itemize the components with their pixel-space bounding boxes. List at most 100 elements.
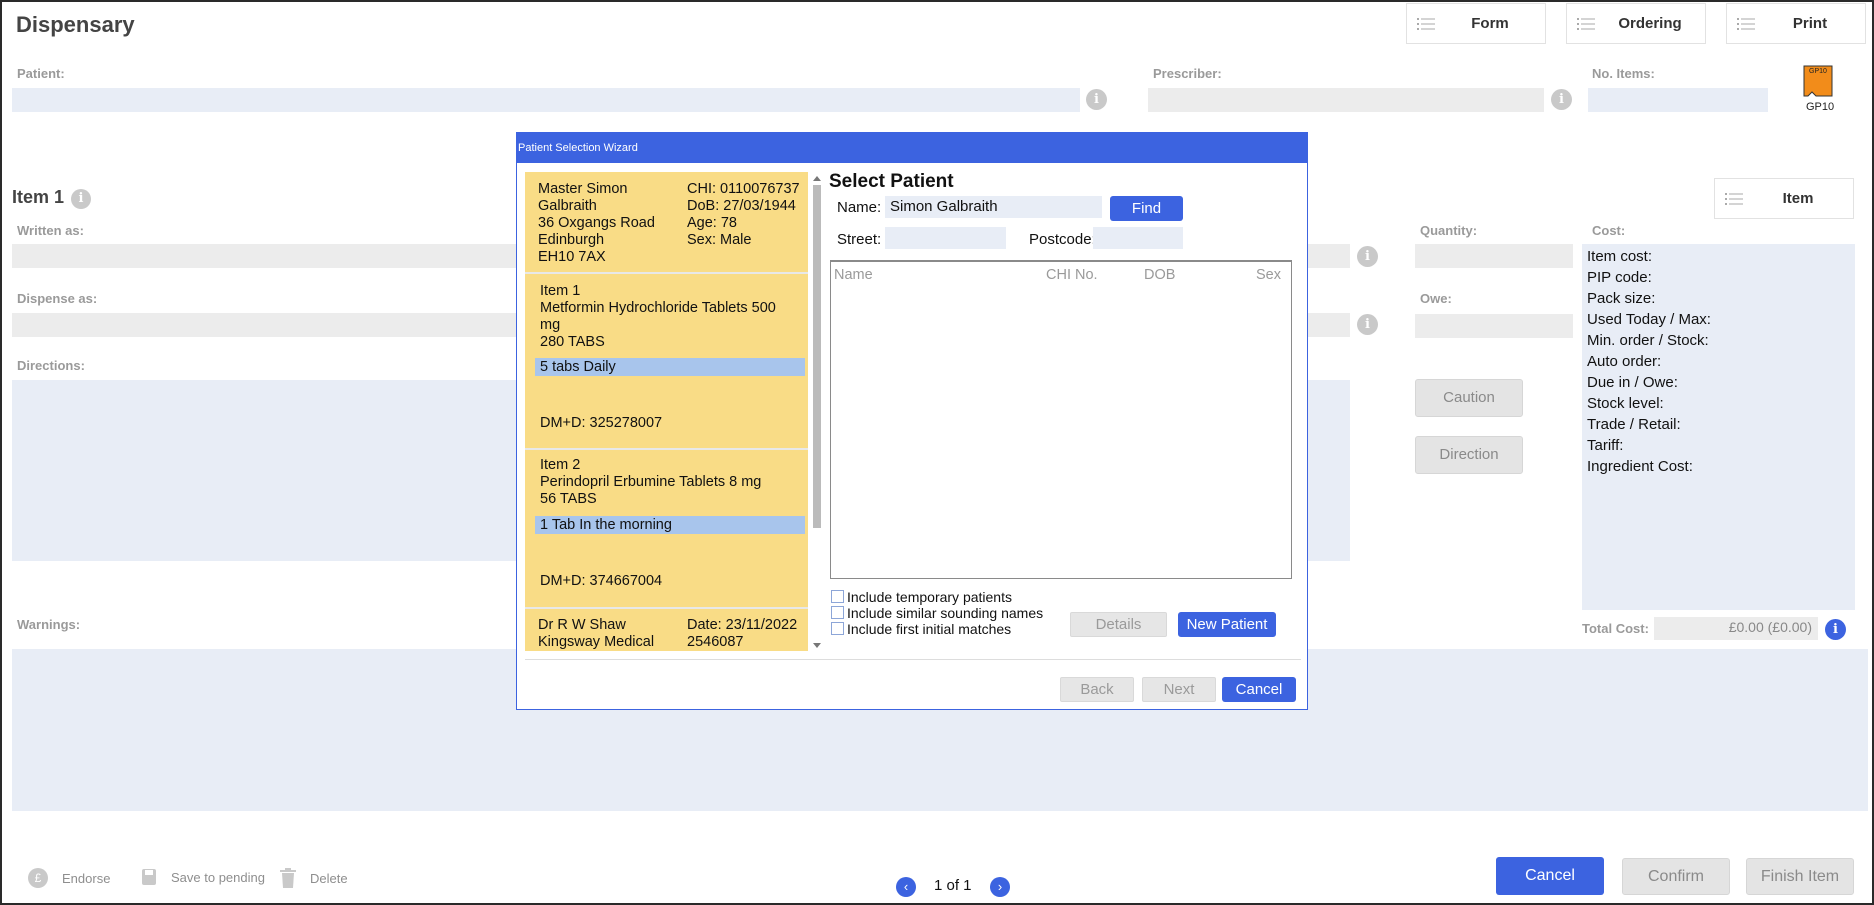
save-to-pending-button[interactable]: Save to pending bbox=[141, 868, 265, 886]
dispense-as-info-icon[interactable]: i bbox=[1357, 314, 1378, 335]
select-patient-heading: Select Patient bbox=[829, 171, 954, 192]
prescriber-field[interactable] bbox=[1148, 88, 1544, 112]
cost-line-tariff: Tariff: bbox=[1587, 437, 1624, 454]
card-list-scrollbar[interactable] bbox=[812, 174, 822, 650]
item-2-drug: Perindopril Erbumine Tablets 8 mg bbox=[540, 474, 762, 490]
item-button[interactable]: Item bbox=[1714, 178, 1854, 219]
checkbox[interactable] bbox=[831, 606, 844, 619]
gp10-form-icon[interactable]: GP10 bbox=[1802, 64, 1834, 98]
details-button[interactable]: Details bbox=[1070, 612, 1167, 637]
column-chi[interactable]: CHI No. bbox=[1046, 267, 1098, 283]
cost-line-due-in: Due in / Owe: bbox=[1587, 374, 1678, 391]
item-1-direction: 5 tabs Daily bbox=[535, 358, 805, 376]
endorse-label: Endorse bbox=[62, 870, 111, 886]
prescriber-name: Dr R W Shaw bbox=[538, 617, 626, 633]
form-label: Form bbox=[1471, 15, 1509, 32]
new-patient-button[interactable]: New Patient bbox=[1178, 612, 1276, 637]
item-card-1[interactable]: Item 1 Metformin Hydrochloride Tablets 5… bbox=[525, 274, 808, 448]
checkbox[interactable] bbox=[831, 590, 844, 603]
patient-name-1: Master Simon bbox=[538, 181, 628, 197]
form-button[interactable]: Form bbox=[1406, 3, 1546, 44]
item-1-drug-cont: mg bbox=[540, 317, 561, 333]
name-label: Name: bbox=[837, 199, 881, 216]
prev-page-icon[interactable]: ‹ bbox=[896, 877, 916, 897]
delete-button[interactable]: Delete bbox=[280, 868, 348, 888]
patient-address-3: EH10 7AX bbox=[538, 249, 606, 265]
cost-panel: Item cost: PIP code: Pack size: Used Tod… bbox=[1582, 244, 1855, 610]
page-indicator: 1 of 1 bbox=[934, 877, 972, 894]
street-label: Street: bbox=[837, 231, 882, 248]
item-1-quantity: 280 TABS bbox=[540, 334, 605, 350]
find-button[interactable]: Find bbox=[1110, 196, 1183, 221]
patient-dob: DoB: 27/03/1944 bbox=[687, 198, 796, 214]
pound-coin-icon: £ bbox=[28, 868, 48, 888]
patient-address-1: 36 Oxgangs Road bbox=[538, 215, 655, 231]
directions-label: Directions: bbox=[17, 358, 85, 373]
cancel-button[interactable]: Cancel bbox=[1496, 857, 1604, 895]
quantity-label: Quantity: bbox=[1420, 223, 1478, 238]
option-label: Include temporary patients bbox=[847, 589, 1012, 605]
owe-field[interactable] bbox=[1415, 314, 1573, 338]
next-page-icon[interactable]: › bbox=[990, 877, 1010, 897]
back-button[interactable]: Back bbox=[1060, 677, 1134, 702]
next-button[interactable]: Next bbox=[1142, 677, 1216, 702]
list-icon bbox=[1725, 192, 1743, 205]
column-dob[interactable]: DOB bbox=[1144, 267, 1175, 283]
prescriber-label: Prescriber: bbox=[1153, 66, 1222, 81]
no-items-field[interactable] bbox=[1588, 88, 1768, 112]
prescription-date: Date: 23/11/2022 bbox=[687, 617, 798, 633]
finish-item-button[interactable]: Finish Item bbox=[1746, 858, 1854, 895]
scroll-thumb[interactable] bbox=[813, 185, 821, 528]
checkbox[interactable] bbox=[831, 622, 844, 635]
prescription-card-list: Master Simon Galbraith 36 Oxgangs Road E… bbox=[525, 172, 808, 651]
patient-field[interactable] bbox=[12, 88, 1080, 112]
name-input[interactable]: Simon Galbraith bbox=[885, 196, 1102, 218]
prescriber-card[interactable]: Dr R W Shaw Kingsway Medical Date: 23/11… bbox=[525, 609, 808, 651]
item-2-dmd: DM+D: 374667004 bbox=[540, 573, 663, 589]
item-card-2[interactable]: Item 2 Perindopril Erbumine Tablets 8 mg… bbox=[525, 450, 808, 607]
scroll-down-icon[interactable] bbox=[812, 642, 822, 650]
patient-card[interactable]: Master Simon Galbraith 36 Oxgangs Road E… bbox=[525, 172, 808, 272]
save-to-pending-label: Save to pending bbox=[171, 869, 265, 885]
total-cost-label: Total Cost: bbox=[1582, 621, 1649, 636]
caution-button[interactable]: Caution bbox=[1415, 379, 1523, 417]
postcode-input[interactable] bbox=[1093, 227, 1183, 249]
item-info-icon[interactable]: i bbox=[71, 189, 91, 209]
street-input[interactable] bbox=[885, 227, 1006, 249]
cost-line-min-order: Min. order / Stock: bbox=[1587, 332, 1709, 349]
page-title: Dispensary bbox=[16, 12, 135, 37]
owe-label: Owe: bbox=[1420, 291, 1452, 306]
item-1-dmd: DM+D: 325278007 bbox=[540, 415, 663, 431]
item-label: Item bbox=[1782, 190, 1814, 207]
print-button[interactable]: Print bbox=[1726, 3, 1866, 44]
patient-age: Age: 78 bbox=[687, 215, 737, 231]
item-1-drug: Metformin Hydrochloride Tablets 500 bbox=[540, 300, 776, 316]
prescriber-info-icon[interactable]: i bbox=[1551, 89, 1572, 110]
cost-label: Cost: bbox=[1592, 223, 1626, 238]
option-label: Include first initial matches bbox=[847, 621, 1012, 637]
total-cost-info-icon[interactable]: i bbox=[1825, 619, 1846, 640]
list-icon bbox=[1417, 17, 1435, 30]
column-name[interactable]: Name bbox=[834, 267, 873, 283]
scroll-up-icon[interactable] bbox=[812, 174, 822, 182]
gp10-badge: GP10 bbox=[1809, 68, 1827, 75]
column-sex[interactable]: Sex bbox=[1256, 267, 1281, 283]
patient-info-icon[interactable]: i bbox=[1086, 89, 1107, 110]
patient-label: Patient: bbox=[17, 66, 65, 81]
name-label-text: Name: bbox=[837, 199, 882, 216]
warnings-label: Warnings: bbox=[17, 617, 81, 632]
trash-icon bbox=[280, 868, 296, 888]
cost-line-item-cost: Item cost: bbox=[1587, 248, 1653, 265]
save-icon bbox=[142, 869, 156, 885]
ordering-button[interactable]: Ordering bbox=[1566, 3, 1706, 44]
written-as-info-icon[interactable]: i bbox=[1357, 246, 1378, 267]
quantity-field[interactable] bbox=[1415, 244, 1573, 268]
confirm-button[interactable]: Confirm bbox=[1622, 858, 1730, 895]
gp10-label: GP10 bbox=[1806, 101, 1835, 113]
direction-button[interactable]: Direction bbox=[1415, 436, 1523, 474]
wizard-cancel-button[interactable]: Cancel bbox=[1222, 677, 1296, 702]
list-icon bbox=[1737, 17, 1755, 30]
endorse-button[interactable]: £ Endorse bbox=[28, 868, 110, 888]
patient-results-list[interactable]: Name CHI No. DOB Sex bbox=[830, 260, 1292, 579]
list-icon bbox=[1577, 17, 1595, 30]
